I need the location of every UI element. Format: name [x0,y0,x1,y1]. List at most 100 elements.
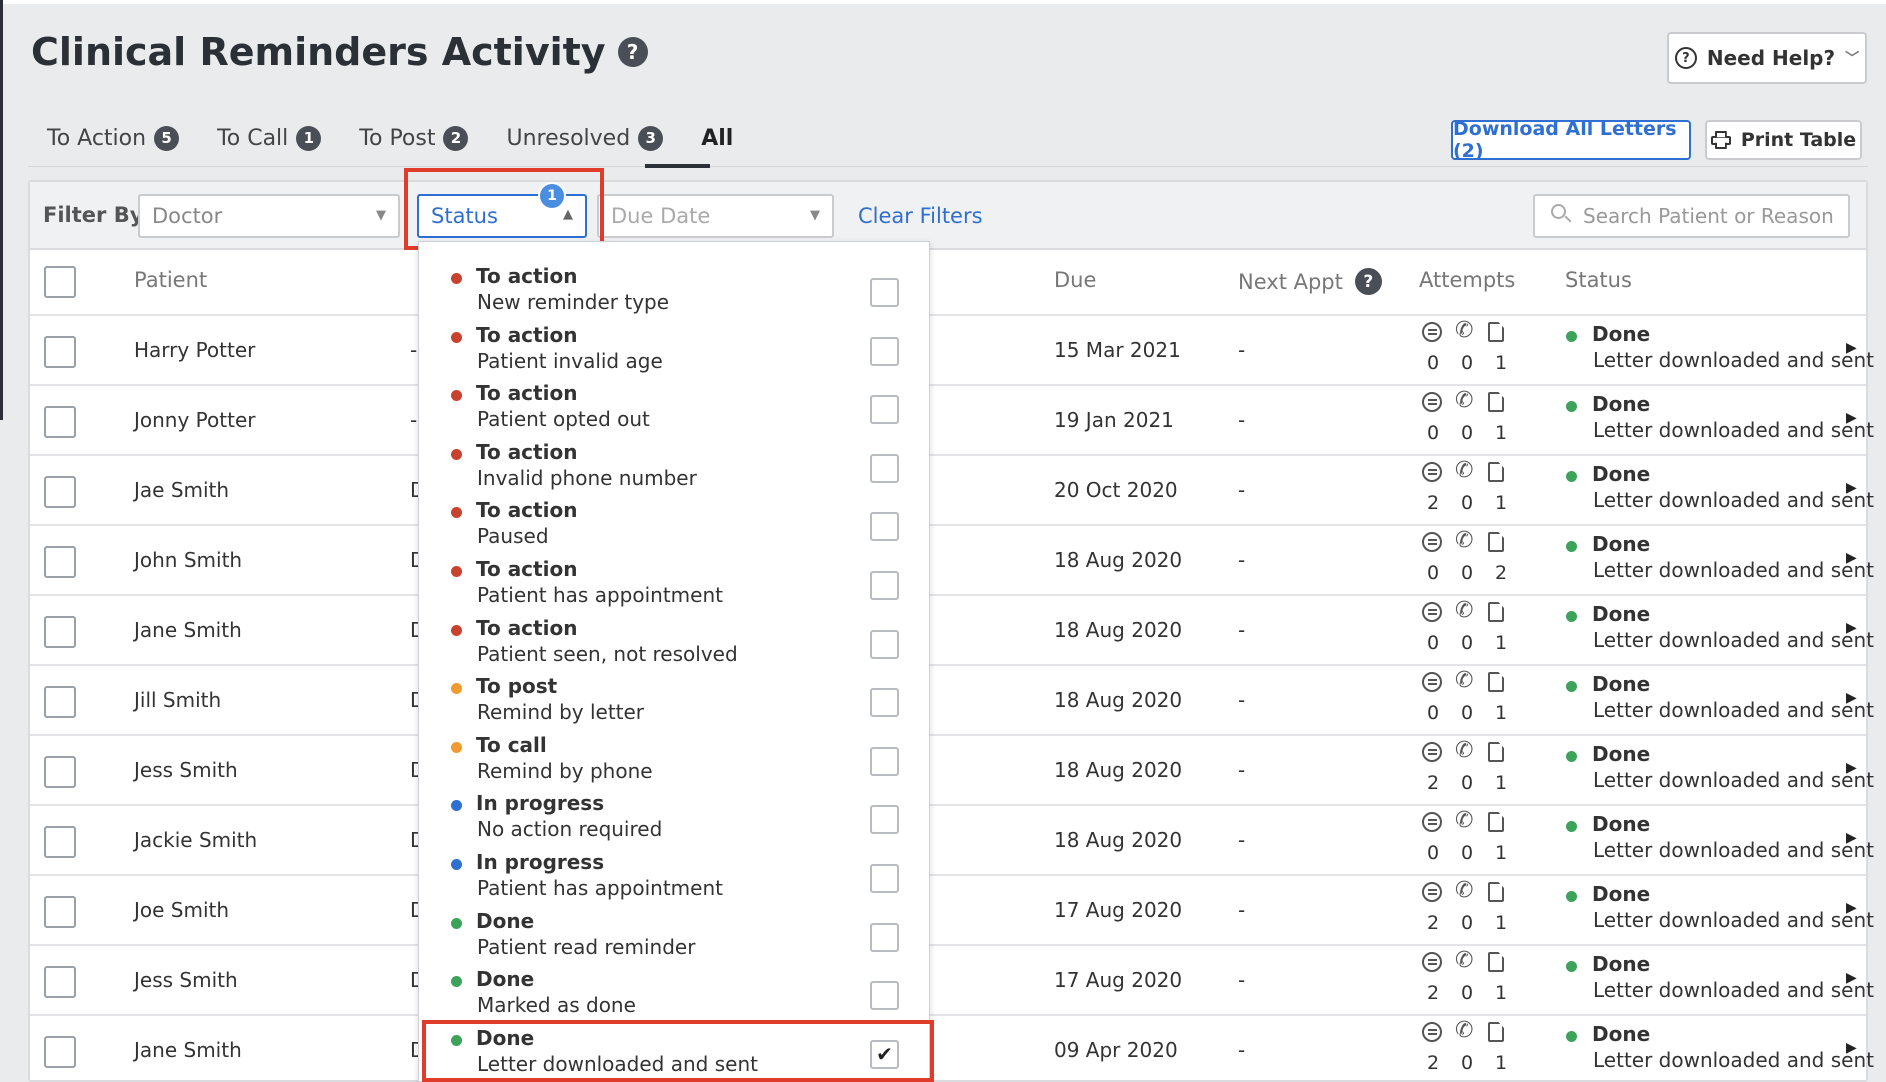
next-appt: - [1238,548,1246,572]
due-date: 18 Aug 2020 [1054,548,1183,572]
row-checkbox[interactable] [44,896,76,928]
status-option-checkbox[interactable] [870,336,899,366]
patient-name[interactable]: Joe Smith [134,898,229,922]
caret-right-icon[interactable]: ▶ [1846,760,1857,776]
status-dot [451,976,462,988]
caret-right-icon[interactable]: ▶ [1846,550,1857,566]
status-option-checkbox[interactable] [870,805,899,835]
status-option-checkbox[interactable] [870,395,899,425]
status-option[interactable]: To action Patient invalid age [419,323,929,381]
patient-name[interactable]: Jane Smith [134,618,242,642]
status-option[interactable]: To action Patient opted out [419,381,929,439]
patient-name[interactable]: Jess Smith [134,968,238,992]
tab-all[interactable]: All [682,118,752,158]
tab-unresolved[interactable]: Unresolved 3 [487,118,682,158]
active-tab-indicator [645,164,710,168]
sms-icon [1422,1022,1442,1042]
status-option[interactable]: Done Patient read reminder [419,909,929,967]
column-header-due[interactable]: Due [1054,268,1096,292]
patient-name[interactable]: Jane Smith [134,1038,242,1062]
status-option[interactable]: Done Marked as done [419,967,929,1025]
caret-right-icon[interactable]: ▶ [1846,900,1857,916]
title-help-icon[interactable]: ? [617,37,648,67]
caret-right-icon[interactable]: ▶ [1846,690,1857,706]
row-divider [30,804,1866,806]
next-appt-help-icon[interactable]: ? [1354,268,1382,295]
attempt-icons [1422,738,1504,763]
status-option-checkbox[interactable] [870,688,899,718]
select-all-checkbox[interactable] [44,266,76,298]
row-checkbox[interactable] [44,406,76,438]
status-option-checkbox[interactable] [870,278,899,307]
patient-name[interactable]: Jill Smith [134,688,221,712]
status-option[interactable]: To action Patient seen, not resolved [419,616,929,674]
status-option[interactable]: To call Remind by phone [419,733,929,791]
letter-icon [1488,742,1504,762]
status-option[interactable]: To post Remind by letter [419,674,929,732]
caret-right-icon[interactable]: ▶ [1846,410,1857,426]
row-checkbox[interactable] [44,1036,76,1068]
caret-right-icon[interactable]: ▶ [1846,1040,1857,1056]
call-count: 0 [1460,352,1474,374]
caret-right-icon[interactable]: ▶ [1846,340,1857,356]
due-date-filter-select[interactable]: Due Date ▼ [597,194,834,238]
patient-name[interactable]: Harry Potter [134,338,255,362]
clear-filters-link[interactable]: Clear Filters [858,204,983,228]
status-option[interactable]: To action Invalid phone number [419,440,929,498]
column-header-status[interactable]: Status [1565,268,1632,292]
doctor-filter-select[interactable]: Doctor ▼ [138,194,400,238]
status-option[interactable]: To action New reminder type [419,264,929,322]
status-option-checkbox[interactable] [870,453,899,483]
status-option[interactable]: Done Letter downloaded and sent ✔ [419,1026,929,1081]
caret-right-icon[interactable]: ▶ [1846,620,1857,636]
row-checkbox[interactable] [44,616,76,648]
status-option-checkbox[interactable] [870,512,899,542]
row-checkbox[interactable] [44,546,76,578]
status-option-group: In progress [476,850,605,874]
row-checkbox[interactable] [44,826,76,858]
status-option-checkbox[interactable] [870,629,899,659]
column-header-next-appt[interactable]: Next Appt ? [1238,268,1382,295]
status-option[interactable]: In progress No action required [419,791,929,849]
patient-name[interactable]: Jonny Potter [134,408,255,432]
row-checkbox[interactable] [44,476,76,508]
row-checkbox[interactable] [44,966,76,998]
status-option-checkbox[interactable] [870,864,899,893]
search-icon [1551,204,1573,226]
download-all-letters-button[interactable]: Download All Letters (2) [1451,118,1691,162]
patient-name[interactable]: John Smith [134,548,242,572]
patient-name[interactable]: Jackie Smith [134,828,257,852]
status-option-checkbox[interactable] [870,981,899,1011]
print-table-button[interactable]: Print Table [1705,120,1862,160]
row-checkbox[interactable] [44,336,76,368]
status-dot [451,448,462,460]
tab-to-post[interactable]: To Post 2 [340,118,487,158]
status-option[interactable]: To action Patient has appointment [419,557,929,615]
status-option[interactable]: In progress Patient has appointment [419,850,929,908]
search-input[interactable]: Search Patient or Reason [1533,194,1850,238]
status-option-checkbox[interactable]: ✔ [870,1039,899,1069]
row-checkbox[interactable] [44,686,76,718]
patient-name[interactable]: Jess Smith [134,758,238,782]
sms-icon [1422,532,1442,552]
patient-name[interactable]: Jae Smith [134,478,229,502]
status-label: Done [1592,392,1651,416]
status-dot [1566,961,1577,972]
tabs-divider [28,166,1868,167]
caret-right-icon[interactable]: ▶ [1846,970,1857,986]
status-option-checkbox[interactable] [870,571,899,600]
column-header-patient[interactable]: Patient [134,268,207,292]
row-divider [30,874,1866,876]
caret-right-icon[interactable]: ▶ [1846,830,1857,846]
status-option-checkbox[interactable] [870,746,899,776]
status-option[interactable]: To action Paused [419,498,929,556]
sms-count: 0 [1426,422,1440,444]
row-checkbox[interactable] [44,756,76,788]
tab-to-call[interactable]: To Call 1 [198,118,340,158]
tab-to-action[interactable]: To Action 5 [28,118,198,158]
status-option-checkbox[interactable] [870,922,899,952]
status-option-reason: Invalid phone number [477,465,697,490]
caret-right-icon[interactable]: ▶ [1846,480,1857,496]
need-help-button[interactable]: ? Need Help? ﹀ [1667,32,1867,84]
status-label: Done [1592,532,1651,556]
